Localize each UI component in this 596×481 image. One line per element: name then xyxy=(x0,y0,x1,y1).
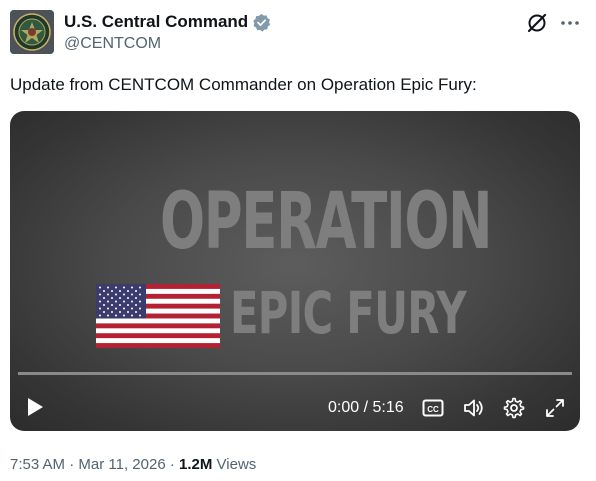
fullscreen-icon[interactable] xyxy=(543,396,567,420)
video-title-line1: OPERATION xyxy=(160,177,492,267)
tweet-meta: 7:53 AM · Mar 11, 2026 · 1.2M Views xyxy=(10,456,256,473)
display-name-text[interactable]: U.S. Central Command xyxy=(64,12,248,32)
verified-badge-icon[interactable] xyxy=(252,13,271,32)
video-progress-bar[interactable] xyxy=(18,372,572,375)
views-count: 1.2M xyxy=(179,456,213,473)
meta-separator: · xyxy=(165,456,180,473)
grok-icon[interactable] xyxy=(526,12,548,34)
views-label: Views xyxy=(212,456,257,473)
tweet-header: U.S. Central Command @CENTCOM xyxy=(10,10,586,58)
meta-separator: · xyxy=(65,456,79,473)
handle[interactable]: @CENTCOM xyxy=(64,35,161,53)
svg-text:CC: CC xyxy=(427,405,439,414)
closed-captions-icon[interactable]: CC xyxy=(422,398,444,418)
settings-icon[interactable] xyxy=(502,396,526,420)
volume-icon[interactable] xyxy=(462,396,486,420)
video-time: 0:00 / 5:16 xyxy=(328,399,404,416)
tweet-time[interactable]: 7:53 AM xyxy=(10,456,65,473)
us-flag-icon xyxy=(96,284,220,348)
video-player[interactable]: OPERATION EPIC FURY 0:00 / 5:16 CC xyxy=(10,111,580,431)
avatar[interactable] xyxy=(10,10,54,54)
more-icon[interactable] xyxy=(558,12,582,34)
tweet-date[interactable]: Mar 11, 2026 xyxy=(78,456,165,473)
tweet-text: Update from CENTCOM Commander on Operati… xyxy=(10,75,477,94)
video-title-line2: EPIC FURY xyxy=(230,279,467,347)
play-icon[interactable] xyxy=(24,396,46,418)
centcom-seal-icon xyxy=(10,10,54,54)
display-name[interactable]: U.S. Central Command xyxy=(64,12,271,32)
